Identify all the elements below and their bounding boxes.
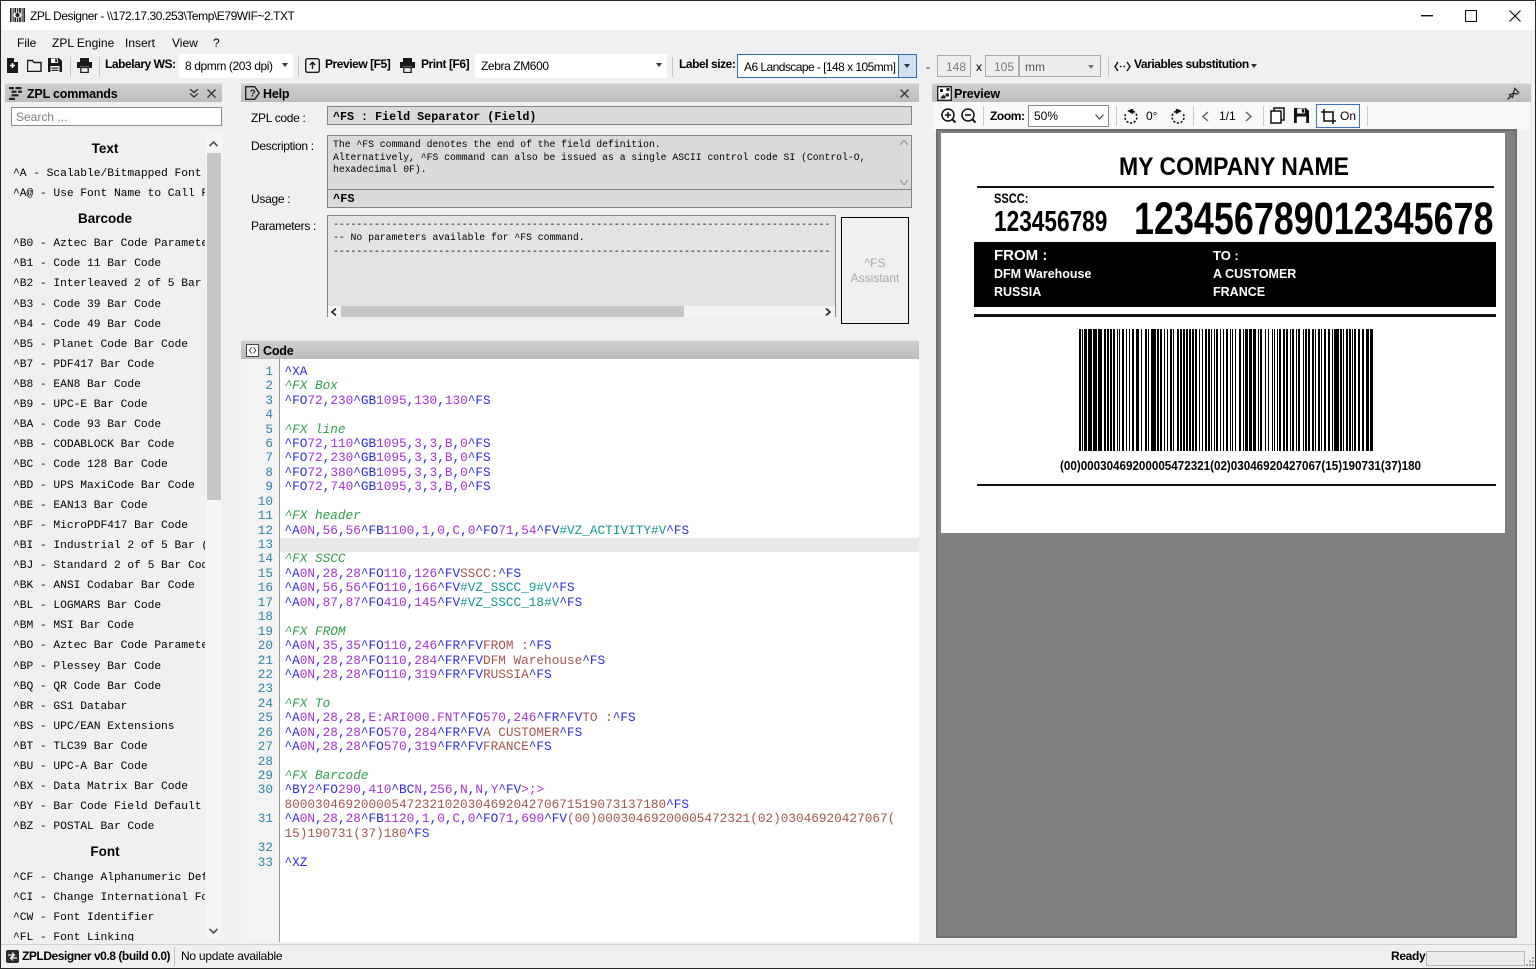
svg-text:?: ? (250, 89, 256, 100)
